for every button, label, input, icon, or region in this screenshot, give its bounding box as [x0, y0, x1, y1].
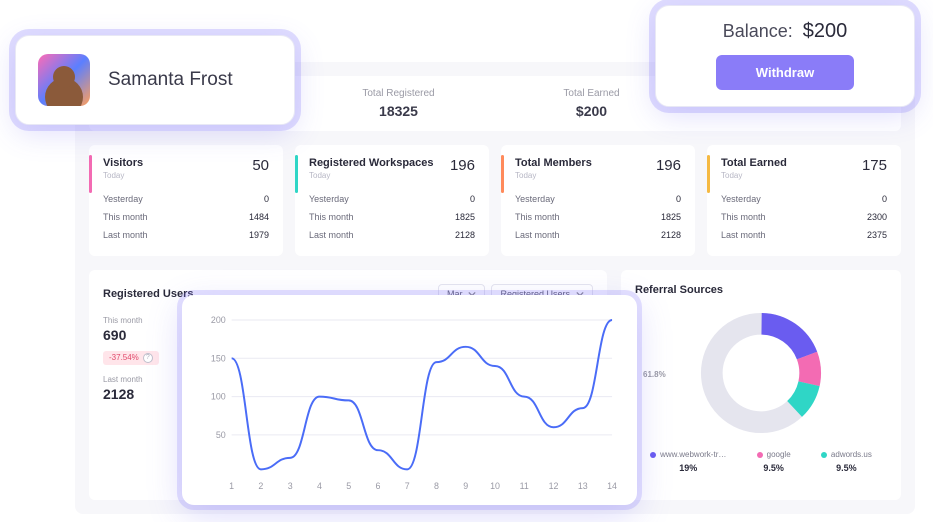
- stat-main-value: 196: [656, 157, 681, 174]
- stat-row: Last month1979: [103, 226, 269, 244]
- stat-card-total-members: Total Members Today 196 Yesterday0This mont…: [501, 145, 695, 256]
- stat-title: Total Members: [515, 157, 592, 169]
- stat-main-value: 175: [862, 157, 887, 174]
- svg-text:100: 100: [211, 392, 226, 402]
- legend-item: google 9.5%: [757, 450, 791, 473]
- this-month-label: This month: [103, 316, 188, 325]
- legend-item: adwords.us 9.5%: [821, 450, 872, 473]
- stat-row: This month1825: [515, 208, 681, 226]
- svg-text:11: 11: [520, 481, 529, 491]
- stat-row: Last month2375: [721, 226, 887, 244]
- chart-side-stats: This month 690 -37.54% ? Last month 2128: [103, 316, 188, 486]
- svg-text:9: 9: [463, 481, 468, 491]
- stat-row: Yesterday0: [515, 190, 681, 208]
- line-chart-card: 501001502001234567891011121314: [182, 295, 637, 505]
- stat-row: Last month2128: [515, 226, 681, 244]
- stat-main-value: 196: [450, 157, 475, 174]
- stat-row: Yesterday0: [721, 190, 887, 208]
- svg-text:2: 2: [258, 481, 263, 491]
- legend-name: adwords.us: [821, 450, 872, 459]
- svg-text:50: 50: [216, 430, 226, 440]
- slice-label-1: 9.5%: [859, 350, 877, 359]
- svg-text:200: 200: [211, 315, 226, 325]
- svg-text:1: 1: [229, 481, 234, 491]
- balance-value: $200: [803, 20, 848, 43]
- slice-label-2: 9.5%: [857, 376, 875, 385]
- svg-text:7: 7: [405, 481, 410, 491]
- line-chart: 501001502001234567891011121314: [202, 313, 617, 495]
- svg-text:8: 8: [434, 481, 439, 491]
- svg-text:6: 6: [375, 481, 380, 491]
- stat-card-total-earned: Total Earned Today 175 Yesterday0This month…: [707, 145, 901, 256]
- change-badge: -37.54% ?: [103, 351, 159, 365]
- avatar: [38, 54, 90, 106]
- withdraw-button[interactable]: Withdraw: [716, 55, 854, 90]
- profile-card: Samanta Frost: [15, 35, 295, 125]
- svg-text:10: 10: [490, 481, 500, 491]
- donut-chart: 19.0% 9.5% 9.5% 61.8%: [635, 308, 887, 438]
- legend-item: www.webwork-tr… 19%: [650, 450, 726, 473]
- stat-sub: Today: [721, 171, 787, 180]
- total-earned-value: $200: [495, 103, 688, 119]
- legend-value: 9.5%: [821, 463, 872, 473]
- svg-text:13: 13: [578, 481, 588, 491]
- this-month-value: 690: [103, 327, 188, 343]
- last-month-value: 2128: [103, 386, 188, 402]
- stats-row: VisitorsToday50Yesterday0This month1484L…: [89, 145, 901, 256]
- slice-label-other: 61.8%: [643, 370, 666, 379]
- legend-name: google: [757, 450, 791, 459]
- chart-line: [232, 320, 612, 469]
- legend-value: 9.5%: [757, 463, 791, 473]
- stat-sub: Today: [309, 171, 434, 180]
- stat-row: This month1484: [103, 208, 269, 226]
- total-registered-label: Total Registered: [302, 88, 495, 99]
- stat-title: Registered Workspaces: [309, 157, 434, 169]
- svg-text:14: 14: [607, 481, 617, 491]
- legend-value: 19%: [650, 463, 726, 473]
- svg-text:5: 5: [346, 481, 351, 491]
- stat-main-value: 50: [252, 157, 269, 174]
- svg-text:4: 4: [317, 481, 322, 491]
- stat-row: This month2300: [721, 208, 887, 226]
- slice-label-0: 19.0%: [826, 318, 849, 327]
- stat-title: Visitors: [103, 157, 143, 169]
- last-month-label: Last month: [103, 375, 188, 384]
- stat-sub: Today: [515, 171, 592, 180]
- svg-text:12: 12: [549, 481, 559, 491]
- stat-row: Yesterday0: [103, 190, 269, 208]
- stat-row: Last month2128: [309, 226, 475, 244]
- svg-text:3: 3: [288, 481, 293, 491]
- topbar-registered: Total Registered 18325: [302, 88, 495, 119]
- stat-card-visitors: Visitors Today 50 Yesterday0This month1484L…: [89, 145, 283, 256]
- balance-card: Balance: $200 Withdraw: [655, 5, 915, 107]
- svg-text:150: 150: [211, 353, 226, 363]
- profile-name: Samanta Frost: [108, 69, 233, 91]
- change-value: -37.54%: [109, 353, 139, 362]
- stat-title: Total Earned: [721, 157, 787, 169]
- stat-row: Yesterday0: [309, 190, 475, 208]
- legend-name: www.webwork-tr…: [650, 450, 726, 459]
- referral-legend: www.webwork-tr… 19% google 9.5% adwords.us 9.…: [635, 450, 887, 473]
- stat-sub: Today: [103, 171, 143, 180]
- chart-title: Registered Users: [103, 288, 194, 300]
- stat-card-registered-workspaces: Registered Workspaces Today 196 Yesterday0T…: [295, 145, 489, 256]
- info-icon[interactable]: ?: [143, 353, 153, 363]
- referral-panel: Referral Sources 19.0% 9.5% 9.5% 61.8% w…: [621, 270, 901, 500]
- referral-title: Referral Sources: [635, 284, 887, 296]
- stat-row: This month1825: [309, 208, 475, 226]
- total-registered-value: 18325: [302, 103, 495, 119]
- balance-label: Balance:: [723, 21, 793, 42]
